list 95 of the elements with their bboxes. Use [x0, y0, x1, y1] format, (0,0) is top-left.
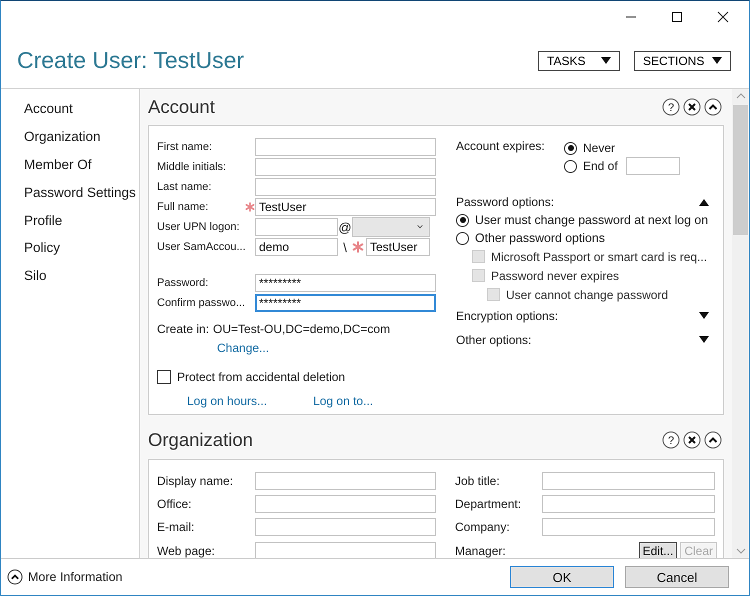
input-field[interactable]	[255, 542, 436, 558]
dropdown-field[interactable]	[352, 217, 430, 237]
window-title: Create User: TestUser	[17, 47, 244, 74]
section-title: Organization	[148, 429, 253, 451]
field-label: User UPN logon:	[157, 221, 241, 233]
caret-icon	[416, 224, 424, 230]
field-label: Account expires:	[456, 139, 546, 155]
collapse-icon[interactable]	[704, 98, 722, 116]
scrollbar[interactable]	[732, 89, 749, 558]
input-field[interactable]	[255, 158, 436, 176]
scrollbar-thumb[interactable]	[733, 105, 748, 235]
sidebar-item[interactable]: Profile	[24, 206, 62, 234]
dialog-button[interactable]: Cancel	[625, 566, 729, 588]
field-label: Password:	[157, 277, 210, 289]
expand-triangle-icon[interactable]	[699, 336, 709, 344]
field-label: Middle initials:	[157, 161, 228, 173]
radio-label: Never	[583, 141, 616, 155]
separator-text: \	[342, 240, 348, 254]
field-label: Web page:	[157, 544, 216, 558]
expand-triangle-icon[interactable]	[699, 312, 709, 320]
input-field[interactable]	[542, 518, 715, 536]
close-icon[interactable]	[683, 98, 701, 116]
help-icon[interactable]: ?	[662, 431, 680, 449]
input-field[interactable]	[255, 518, 436, 536]
sidebar-item[interactable]: Member Of	[24, 150, 92, 178]
section-title: Account	[148, 96, 215, 118]
dialog-button[interactable]: OK	[510, 566, 614, 588]
sidebar-item[interactable]: Organization	[24, 122, 101, 151]
input-field[interactable]	[542, 472, 715, 490]
date-field[interactable]	[626, 157, 680, 175]
sidebar-item[interactable]: Password Settings	[24, 178, 136, 206]
input-field[interactable]	[255, 472, 436, 490]
required-asterisk-icon	[352, 241, 364, 253]
field-label: Last name:	[157, 181, 212, 193]
group-label: Password options:	[456, 195, 554, 209]
checkbox[interactable]	[157, 370, 171, 384]
input-field[interactable]	[542, 494, 715, 513]
field-label: Create in:	[157, 322, 210, 336]
separator-text: @	[338, 220, 352, 234]
field-label: Department:	[455, 496, 522, 511]
radio-label: User must change password at next log on	[475, 213, 708, 227]
container-path: OU=Test-OU,DC=demo,DC=com	[213, 322, 390, 336]
close-icon[interactable]	[717, 11, 729, 23]
field-label: Company:	[455, 520, 511, 534]
radio-label: End of	[583, 159, 618, 173]
collapse-triangle-icon[interactable]	[699, 198, 709, 206]
input-field[interactable]: demo	[255, 238, 338, 256]
close-icon[interactable]	[683, 431, 701, 449]
field-label: Manager:	[455, 544, 507, 558]
required-asterisk-icon	[245, 201, 255, 213]
checkbox-label: User cannot change password	[506, 288, 668, 302]
field-label: Job title:	[455, 474, 501, 488]
collapse-icon[interactable]	[704, 431, 722, 449]
dropdown-menu[interactable]: TASKS	[538, 50, 620, 70]
link[interactable]: Log on hours...	[187, 394, 268, 408]
input-field[interactable]	[255, 218, 338, 236]
link[interactable]: Log on to...	[313, 394, 374, 408]
chevron-up-circle-icon	[7, 569, 23, 585]
password-field[interactable]: *********	[255, 294, 436, 312]
scroll-down-icon[interactable]	[736, 548, 746, 554]
dropdown-menu[interactable]: SECTIONS	[634, 50, 731, 70]
caret-icon	[712, 56, 722, 64]
radio-button[interactable]	[456, 232, 469, 244]
group-label: Encryption options:	[456, 309, 558, 323]
change-link[interactable]: Change...	[217, 341, 270, 355]
input-field[interactable]: TestUser	[366, 238, 430, 256]
checkbox-label: Password never expires	[491, 268, 620, 282]
sidebar-item[interactable]: Silo	[24, 262, 47, 290]
field-label: E-mail:	[157, 520, 196, 534]
radio-button[interactable]	[456, 214, 469, 226]
field-label: Confirm passwo...	[157, 297, 245, 309]
sidebar-item[interactable]: Account	[24, 95, 73, 123]
scroll-up-icon[interactable]	[736, 93, 746, 99]
field-label: Full name:	[157, 201, 210, 213]
maximize-icon[interactable]	[671, 11, 683, 23]
radio-label: Other password options	[475, 231, 605, 245]
field-label: Display name:	[157, 474, 234, 488]
more-information-button[interactable]: More Information	[7, 569, 122, 585]
help-icon[interactable]: ?	[662, 98, 680, 116]
checkbox-label: Microsoft Passport or smart card is req...	[491, 250, 708, 264]
input-field[interactable]	[255, 178, 436, 196]
group-label: Other options:	[456, 333, 532, 347]
input-field[interactable]: TestUser	[255, 198, 436, 216]
caret-icon	[601, 56, 611, 64]
manager-button[interactable]: Edit...	[638, 542, 678, 558]
sidebar-item[interactable]: Policy	[24, 234, 60, 262]
radio-button[interactable]	[564, 160, 577, 172]
checkbox-label: Protect from accidental deletion	[177, 370, 346, 384]
radio-button[interactable]	[564, 142, 577, 154]
field-label: Office:	[157, 496, 192, 511]
password-field[interactable]: *********	[255, 274, 436, 292]
input-field[interactable]	[255, 138, 436, 156]
input-field[interactable]	[255, 494, 436, 513]
field-label: User SamAccou...	[157, 241, 245, 253]
field-label: First name:	[157, 141, 214, 153]
